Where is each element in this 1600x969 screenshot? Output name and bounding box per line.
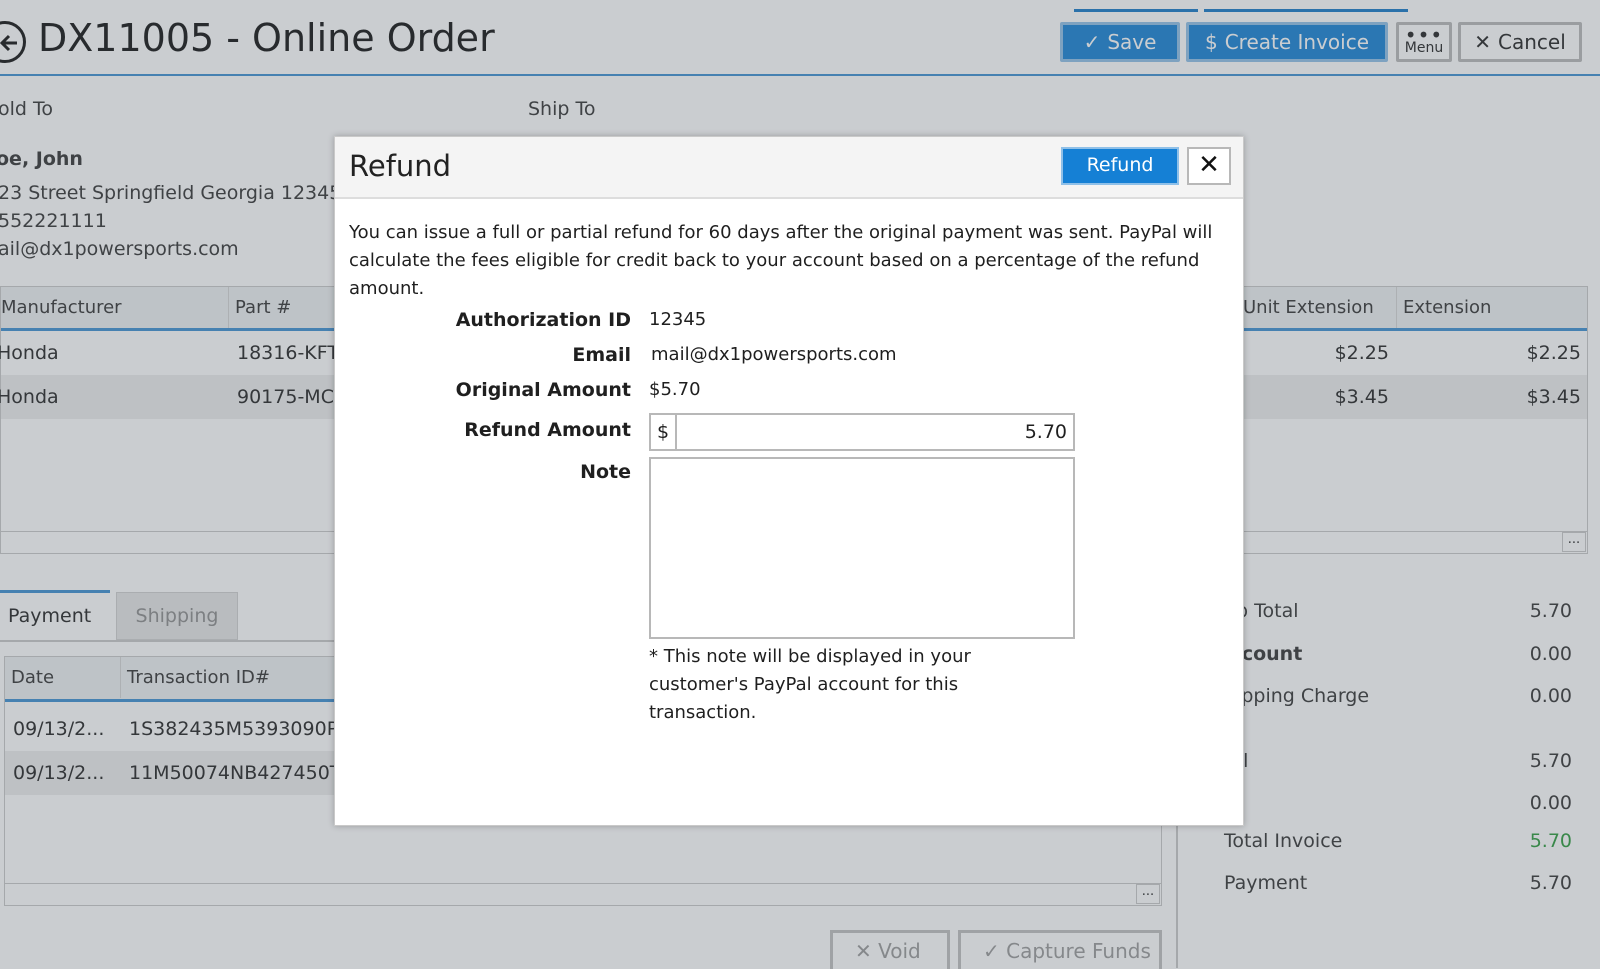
currency-prefix: $ <box>651 415 677 449</box>
note-hint: * This note will be displayed in your cu… <box>649 646 971 723</box>
refund-dialog: Refund Refund ✕ You can issue a full or … <box>334 136 1244 826</box>
email-label: Email <box>572 344 631 366</box>
note-label: Note <box>580 461 631 483</box>
refund-description: You can issue a full or partial refund f… <box>349 222 1213 299</box>
refund-amount-label: Refund Amount <box>464 419 631 441</box>
email-value: mail@dx1powersports.com <box>651 344 897 365</box>
refund-amount-input[interactable] <box>679 415 1073 449</box>
authorization-id-value: 12345 <box>649 309 707 330</box>
refund-dialog-header: Refund Refund ✕ <box>335 137 1243 199</box>
dialog-title: Refund <box>349 149 452 183</box>
original-amount-value: $5.70 <box>649 379 701 400</box>
note-textarea[interactable] <box>649 457 1075 639</box>
refund-button[interactable]: Refund <box>1061 147 1179 185</box>
close-icon[interactable]: ✕ <box>1187 147 1231 185</box>
original-amount-label: Original Amount <box>455 379 631 401</box>
authorization-id-label: Authorization ID <box>455 309 631 331</box>
refund-amount-field: $ <box>649 413 1075 451</box>
